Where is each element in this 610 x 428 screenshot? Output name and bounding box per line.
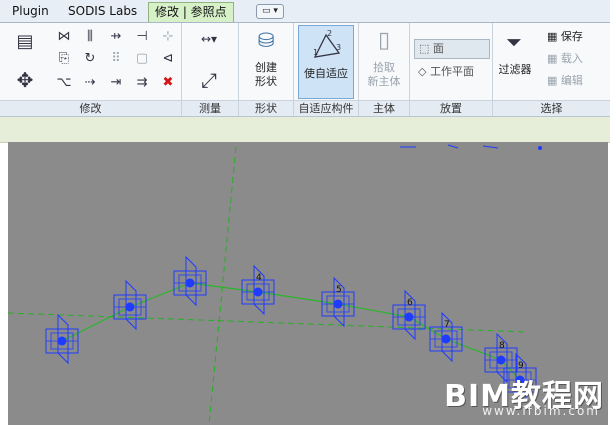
panel-shape: ⛁ 创建 形状 形状 xyxy=(239,23,294,116)
pick-new-host-label-1: 拾取 xyxy=(373,61,395,74)
panel-modify: ▤ ✥ ⋈ ⫼ ⇸ ⊣ ⊹ ⎘ ↻ ⠿ ▢ ⊲ ⌥ ⇢ ⇥ ⇉ ✖ 修改 xyxy=(0,23,182,116)
align-icon[interactable]: ⋈ xyxy=(56,29,72,45)
placement-face-button[interactable]: ⬚ 面 xyxy=(414,39,490,59)
rotate-icon[interactable]: ↻ xyxy=(82,51,98,67)
save-selection-button[interactable]: ▦ 保存 xyxy=(547,29,583,45)
adaptive-point-2[interactable] xyxy=(113,279,147,331)
adaptive-point-label: 6 xyxy=(407,298,413,308)
svg-text:3: 3 xyxy=(336,43,341,52)
watermark-url: www.ifbim.com xyxy=(482,404,600,418)
adaptive-point-label: 9 xyxy=(518,361,524,371)
placement-face-label: 面 xyxy=(432,42,444,55)
tab-modify-reference-point[interactable]: 修改 | 参照点 xyxy=(148,2,234,22)
adaptive-point-4[interactable]: 4 xyxy=(241,264,275,316)
placement-work-plane-button[interactable]: ◇ 工作平面 xyxy=(414,63,488,81)
work-plane-icon: ◇ xyxy=(418,65,427,78)
make-adaptive-button[interactable]: 2 1 3 使自适应 xyxy=(298,25,354,99)
ribbon-tab-bar: Plugin SODIS Labs 修改 | 参照点 ▭ ▾ xyxy=(0,0,610,23)
adaptive-point-label: 4 xyxy=(256,273,262,283)
adaptive-point-5[interactable]: 5 xyxy=(321,276,355,328)
adaptive-point-3[interactable] xyxy=(173,255,207,307)
panel-label-shape: 形状 xyxy=(239,100,293,116)
split-gap-icon[interactable]: ⇥ xyxy=(108,75,124,91)
extend-icon[interactable]: ⇢ xyxy=(82,75,98,91)
face-icon: ⬚ xyxy=(419,42,430,55)
panel-placement: ⬚ 面 ◇ 工作平面 放置 xyxy=(410,23,493,116)
pick-new-host-label-2: 新主体 xyxy=(367,75,401,88)
filter-icon[interactable]: ⏷ xyxy=(501,29,527,55)
spline-curve xyxy=(61,282,521,381)
create-form-label-1: 创建 xyxy=(255,61,277,74)
panel-label-adaptive: 自适应构件 xyxy=(294,100,358,116)
edit-selection-icon: ▦ xyxy=(547,74,558,87)
filter-button[interactable]: 过滤器 xyxy=(493,63,537,77)
extend-multiple-icon[interactable]: ⇉ xyxy=(134,75,150,91)
quick-access-dropdown[interactable]: ▭ ▾ xyxy=(256,4,284,19)
panel-selection: ⏷ 过滤器 ▦ 保存 ▦ 载入 ▦ 编辑 选择 xyxy=(493,23,610,116)
panel-adaptive-component: 2 1 3 使自适应 自适应构件 xyxy=(294,23,359,116)
array-disabled-icon: ⠿ xyxy=(111,51,121,66)
save-selection-label: 保存 xyxy=(560,30,583,43)
adaptive-point-1[interactable] xyxy=(45,313,79,365)
tab-sodis-labs[interactable]: SODIS Labs xyxy=(62,2,143,21)
panel-label-selection: 选择 xyxy=(493,100,610,116)
adaptive-point-label: 7 xyxy=(444,320,450,330)
trim-icon[interactable]: ⌥ xyxy=(56,75,72,91)
unpin-icon[interactable]: ⊲ xyxy=(160,51,176,67)
create-form-button[interactable]: 创建 形状 xyxy=(245,61,287,89)
copy-icon[interactable]: ⎘ xyxy=(56,51,72,67)
panel-label-host: 主体 xyxy=(359,100,409,116)
panel-label-measure: 测量 xyxy=(182,100,238,116)
save-selection-icon: ▦ xyxy=(547,30,558,43)
make-adaptive-icon: 2 1 3 xyxy=(313,29,341,58)
adaptive-point-label: 8 xyxy=(499,341,505,351)
svg-text:2: 2 xyxy=(327,29,332,38)
adaptive-point-6[interactable]: 6 xyxy=(392,289,426,341)
measure-dimension-icon[interactable]: ↔▾ xyxy=(188,31,230,47)
panel-label-modify: 修改 xyxy=(0,100,181,116)
create-form-label-2: 形状 xyxy=(255,75,277,88)
partial-shapes-top xyxy=(400,144,542,150)
filter-label: 过滤器 xyxy=(498,63,532,76)
svg-text:1: 1 xyxy=(313,48,318,57)
panel-measure: ↔▾ ⤢ 测量 xyxy=(182,23,239,116)
pick-new-host-icon: ▯ xyxy=(377,28,391,53)
adaptive-point-7[interactable]: 7 xyxy=(429,311,463,363)
pick-new-host-button: 拾取 新主体 xyxy=(361,61,407,89)
placement-work-plane-label: 工作平面 xyxy=(429,65,474,78)
make-adaptive-label: 使自适应 xyxy=(304,67,348,80)
load-selection-button: ▦ 载入 xyxy=(547,51,583,67)
move-icon[interactable]: ✥ xyxy=(12,67,38,93)
options-bar xyxy=(0,117,610,143)
aligned-dimension-icon[interactable]: ⤢ xyxy=(190,67,228,93)
mirror-axis-icon[interactable]: ⫼ xyxy=(82,29,98,45)
offset-icon[interactable]: ⇸ xyxy=(108,29,124,45)
tab-plugin[interactable]: Plugin xyxy=(6,2,55,21)
ribbon: ▤ ✥ ⋈ ⫼ ⇸ ⊣ ⊹ ⎘ ↻ ⠿ ▢ ⊲ ⌥ ⇢ ⇥ ⇉ ✖ 修改 ↔▾ … xyxy=(0,23,610,117)
panel-host: ▯ 拾取 新主体 主体 xyxy=(359,23,410,116)
edit-selection-label: 编辑 xyxy=(560,74,583,87)
select-properties-icon[interactable]: ▤ xyxy=(12,29,38,55)
create-form-icon[interactable]: ⛁ xyxy=(254,27,278,53)
load-selection-icon: ▦ xyxy=(547,52,558,65)
edit-selection-button: ▦ 编辑 xyxy=(547,73,583,89)
pin-disabled-icon: ⊹ xyxy=(162,29,174,44)
panel-label-placement: 放置 xyxy=(410,100,492,116)
scale-disabled-icon: ▢ xyxy=(135,51,149,66)
adaptive-point-label: 5 xyxy=(336,285,342,295)
load-selection-label: 载入 xyxy=(560,52,583,65)
split-icon[interactable]: ⊣ xyxy=(134,29,150,45)
delete-icon[interactable]: ✖ xyxy=(160,75,176,91)
